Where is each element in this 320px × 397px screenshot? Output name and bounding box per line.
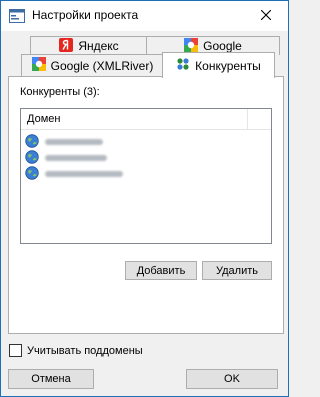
tab-label: Google [203, 39, 242, 53]
settings-window-icon [9, 9, 25, 23]
google-icon [31, 57, 46, 74]
group-label: Конкуренты (3): [20, 86, 100, 98]
domains-listview[interactable]: Домен [20, 108, 272, 244]
column-header-domain[interactable]: Домен [27, 113, 60, 125]
row-domain [45, 171, 123, 177]
competitors-group: Конкуренты (3): Домен Добавить Удалить [14, 86, 276, 296]
close-icon [260, 9, 272, 23]
delete-button[interactable]: Удалить [202, 261, 272, 280]
globe-icon [25, 149, 39, 167]
subdomains-label: Учитывать поддомены [27, 344, 143, 357]
add-button[interactable]: Добавить [125, 261, 197, 280]
globe-icon [25, 165, 39, 183]
tab-google-xmlriver[interactable]: Google (XMLRiver) [21, 54, 164, 76]
tab-yandex[interactable]: Яндекс [30, 36, 148, 55]
window-title: Настройки проекта [32, 8, 139, 22]
cancel-button[interactable]: Отмена [8, 369, 94, 389]
subdomains-checkbox[interactable] [9, 344, 22, 357]
list-item[interactable] [25, 165, 123, 183]
yandex-icon [59, 37, 74, 55]
column-divider[interactable] [247, 109, 248, 129]
subdomains-option[interactable]: Учитывать поддомены [9, 344, 143, 357]
tab-label: Яндекс [78, 39, 119, 53]
row-domain [45, 155, 107, 161]
list-item[interactable] [25, 133, 103, 151]
title-bar: Настройки проекта [1, 1, 288, 31]
close-button[interactable] [244, 1, 288, 31]
globe-icon [25, 133, 39, 151]
ok-button[interactable]: OK [186, 369, 278, 389]
row-domain [45, 139, 103, 145]
dialog-window: Настройки проекта Яндекс Google Google (… [0, 0, 289, 397]
tab-competitors[interactable]: Конкуренты [162, 52, 275, 78]
list-header: Домен [21, 109, 271, 130]
tab-label: Google (XMLRiver) [50, 58, 154, 73]
tab-label: Конкуренты [195, 58, 261, 73]
list-item[interactable] [25, 149, 107, 167]
competitors-icon [176, 57, 190, 74]
